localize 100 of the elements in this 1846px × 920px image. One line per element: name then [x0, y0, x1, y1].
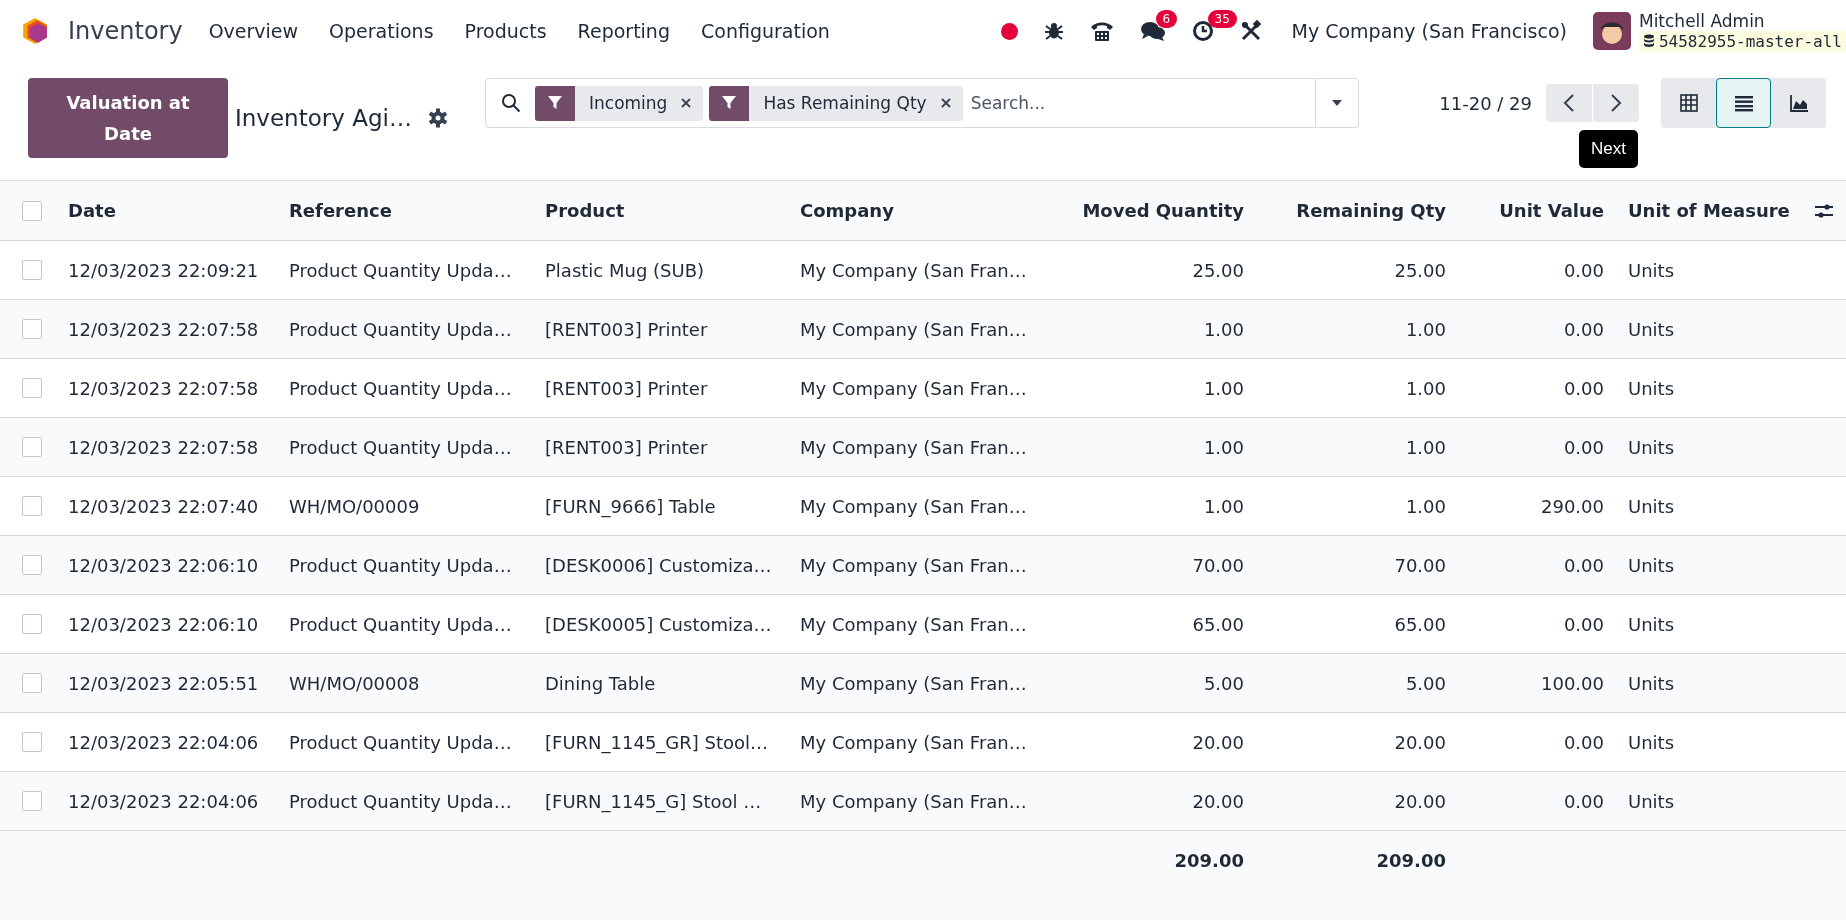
table-cell: Product Quantity Upda…: [289, 318, 512, 340]
checkbox[interactable]: [22, 732, 42, 752]
table-cell: 12/03/2023 22:06:10: [68, 613, 259, 635]
table-cell: 70.00: [1192, 554, 1244, 576]
previous-button[interactable]: [1546, 84, 1592, 122]
close-icon[interactable]: [681, 98, 692, 108]
table-cell: 0.00: [1563, 613, 1604, 635]
table-cell: Units: [1628, 613, 1675, 635]
column-header[interactable]: Remaining Qty: [1296, 200, 1446, 221]
filter-icon: [547, 95, 563, 111]
settings-icon[interactable]: [1814, 201, 1834, 221]
menu-item[interactable]: Products: [464, 20, 547, 42]
table-cell: 20.00: [1192, 731, 1244, 753]
gear-icon[interactable]: [427, 108, 448, 128]
checkbox[interactable]: [22, 791, 42, 811]
table-cell: 5.00: [1203, 672, 1244, 694]
column-header[interactable]: Reference: [289, 200, 392, 221]
tooltip: Next: [1579, 130, 1638, 168]
table-cell: 20.00: [1394, 731, 1446, 753]
valuation-button[interactable]: Valuation at Date: [28, 78, 228, 158]
table-cell: 100.00: [1541, 672, 1604, 694]
clock-icon[interactable]: [1191, 20, 1214, 42]
table-cell: 12/03/2023 22:07:58: [68, 318, 259, 340]
record-dot-icon[interactable]: [1000, 22, 1018, 40]
table-cell: WH/MO/00008: [289, 672, 420, 694]
table-cell: Units: [1628, 731, 1675, 753]
column-total: 209.00: [1376, 849, 1446, 871]
app-logo-icon[interactable]: [22, 17, 48, 45]
table-cell: My Company (San Fran…: [800, 377, 1027, 399]
tools-icon[interactable]: [1239, 20, 1262, 42]
table-cell: Product Quantity Upda…: [289, 259, 512, 281]
table-cell: Dining Table: [545, 672, 656, 694]
app-name[interactable]: Inventory: [68, 17, 183, 45]
list-view-icon: [1733, 93, 1754, 113]
column-header[interactable]: Moved Quantity: [1082, 200, 1244, 221]
checkbox[interactable]: [22, 496, 42, 516]
checkbox[interactable]: [22, 673, 42, 693]
table-cell: 20.00: [1394, 790, 1446, 812]
table-cell: 0.00: [1563, 259, 1604, 281]
table-cell: [RENT003] Printer: [545, 436, 708, 458]
table-cell: Units: [1628, 554, 1675, 576]
filter-facet[interactable]: Has Remaining Qty: [709, 85, 963, 121]
table-cell: 65.00: [1394, 613, 1446, 635]
column-header[interactable]: Unit Value: [1499, 200, 1604, 221]
avatar-icon[interactable]: [1592, 12, 1631, 50]
table-cell: [RENT003] Printer: [545, 318, 708, 340]
bug-icon[interactable]: [1043, 21, 1064, 41]
table-cell: 12/03/2023 22:04:06: [68, 731, 259, 753]
checkbox[interactable]: [22, 555, 42, 575]
table-cell: [DESK0006] Customiza…: [545, 554, 772, 576]
checkbox[interactable]: [22, 260, 42, 280]
pivot-view-icon: [1678, 93, 1699, 113]
table-cell: My Company (San Fran…: [800, 672, 1027, 694]
page-title: Inventory Agi…: [235, 105, 412, 131]
column-header[interactable]: Company: [800, 200, 894, 221]
table-cell: Product Quantity Upda…: [289, 436, 512, 458]
pager-value: 11-20 / 29: [1439, 92, 1532, 114]
table-cell: 1.00: [1203, 318, 1244, 340]
menu-item[interactable]: Overview: [208, 20, 299, 42]
checkbox[interactable]: [22, 614, 42, 634]
table-cell: 1.00: [1203, 495, 1244, 517]
table-cell: My Company (San Fran…: [800, 554, 1027, 576]
table-cell: My Company (San Fran…: [800, 259, 1027, 281]
menu-item[interactable]: Reporting: [577, 20, 670, 42]
checkbox[interactable]: [22, 437, 42, 457]
caret-icon[interactable]: [1331, 99, 1343, 107]
table-cell: Units: [1628, 790, 1675, 812]
company-switcher[interactable]: My Company (San Francisco): [1291, 20, 1567, 42]
filter-facet[interactable]: Incoming: [535, 85, 704, 121]
table-cell: Units: [1628, 672, 1675, 694]
table-cell: My Company (San Fran…: [800, 318, 1027, 340]
table-cell: 12/03/2023 22:04:06: [68, 790, 259, 812]
table-cell: Product Quantity Upda…: [289, 613, 512, 635]
search-icon: [501, 93, 521, 113]
table-cell: Plastic Mug (SUB): [545, 259, 705, 281]
table-cell: 12/03/2023 22:05:51: [68, 672, 259, 694]
close-icon[interactable]: [940, 98, 951, 108]
filter-icon: [721, 95, 738, 111]
column-header[interactable]: Unit of Measure: [1628, 200, 1790, 221]
table-cell: 1.00: [1405, 318, 1446, 340]
table-cell: 0.00: [1563, 377, 1604, 399]
table-cell: 0.00: [1563, 731, 1604, 753]
table-cell: 1.00: [1203, 377, 1244, 399]
table-cell: 12/03/2023 22:07:40: [68, 495, 259, 517]
chevron-right-icon: [1610, 93, 1622, 113]
view-switch-button[interactable]: [1716, 78, 1771, 128]
checkbox[interactable]: [22, 200, 42, 221]
checkbox[interactable]: [22, 378, 42, 398]
table-cell: 0.00: [1563, 554, 1604, 576]
table-cell: Units: [1628, 377, 1675, 399]
table-cell: WH/MO/00009: [289, 495, 420, 517]
table-cell: Units: [1628, 318, 1675, 340]
phone-icon[interactable]: [1089, 20, 1114, 42]
column-header[interactable]: Date: [68, 200, 116, 221]
checkbox[interactable]: [22, 319, 42, 339]
menu-item[interactable]: Configuration: [701, 20, 830, 42]
user-name[interactable]: Mitchell Admin: [1638, 10, 1846, 31]
column-header[interactable]: Product: [545, 200, 625, 221]
database-icon: [1642, 34, 1655, 48]
menu-item[interactable]: Operations: [329, 20, 434, 42]
